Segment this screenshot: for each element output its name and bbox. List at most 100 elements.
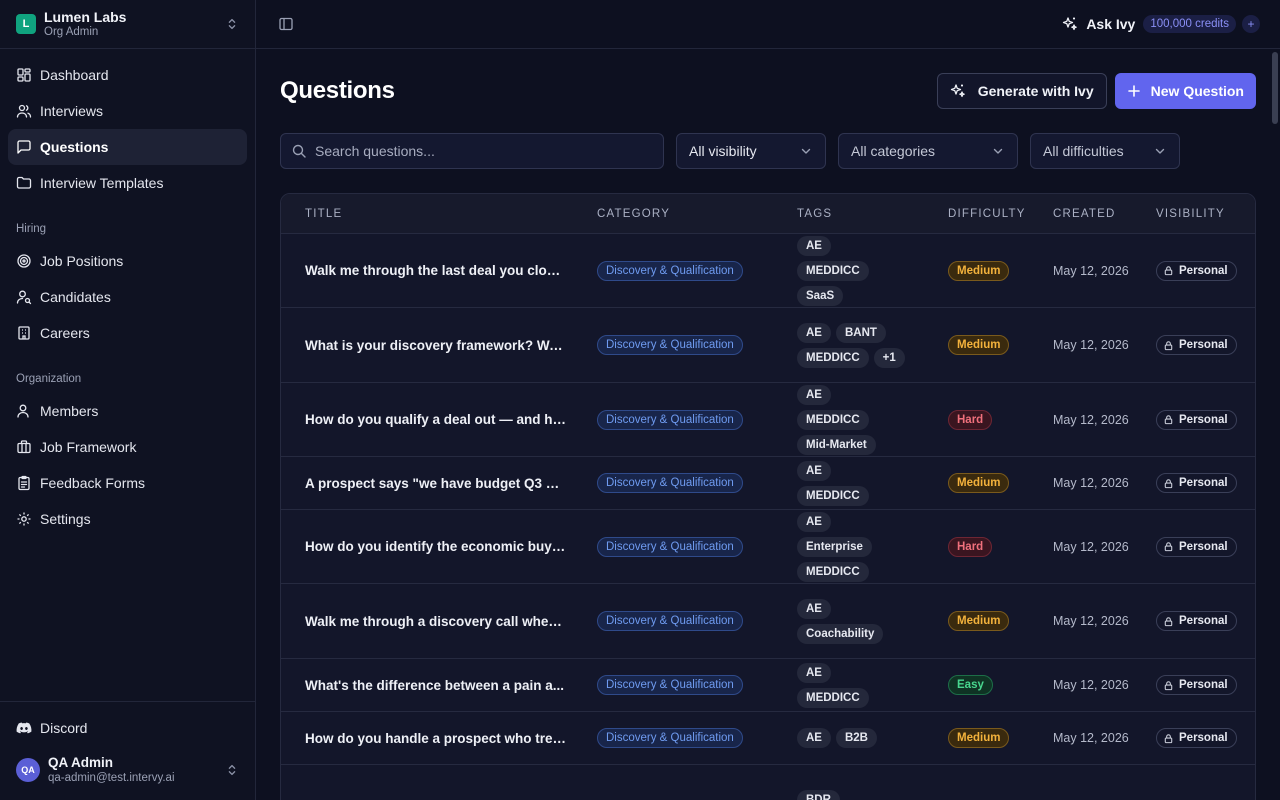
question-title[interactable]: How do you qualify a deal out — and ho..… [281, 412, 597, 427]
main-nav: Dashboard Interviews Questions Interview… [0, 49, 255, 537]
nav-item-careers[interactable]: Careers [8, 315, 247, 351]
created-date: May 12, 2026 [1053, 476, 1129, 490]
nav-item-dashboard[interactable]: Dashboard [8, 57, 247, 93]
visibility-badge: Personal [1156, 409, 1237, 430]
add-credits-button[interactable]: + [1242, 15, 1260, 33]
tag-badge: AE [797, 598, 831, 619]
table-row[interactable]: What's the difference between a pain a..… [281, 659, 1255, 712]
header-actions: Generate with Ivy New Question [936, 73, 1256, 109]
visibility-label: Personal [1179, 679, 1228, 691]
nav-item-job-framework[interactable]: Job Framework [8, 429, 247, 465]
created-date: May 12, 2026 [1053, 731, 1129, 745]
user-info: QA Admin qa-admin@test.intervy.ai [48, 755, 225, 785]
org-role: Org Admin [44, 26, 99, 38]
generate-with-ivy-button[interactable]: Generate with Ivy [936, 73, 1107, 109]
header-created[interactable]: CREATED [1053, 208, 1156, 220]
nav-item-questions[interactable]: Questions [8, 129, 247, 165]
header-difficulty[interactable]: DIFFICULTY [948, 208, 1053, 220]
question-title[interactable]: Walk me through a discovery call where .… [281, 614, 597, 629]
created-date: May 12, 2026 [1053, 539, 1129, 554]
nav-item-members[interactable]: Members [8, 393, 247, 429]
created-date: May 12, 2026 [1053, 614, 1129, 628]
table-header: TITLE CATEGORY TAGS DIFFICULTY CREATED V… [281, 194, 1255, 234]
category-badge: Discovery & Qualification [597, 611, 743, 631]
header-category[interactable]: CATEGORY [597, 208, 797, 220]
table-row[interactable]: Walk me through the last deal you close.… [281, 234, 1255, 308]
user-menu[interactable]: QA QA Admin qa-admin@test.intervy.ai [8, 748, 247, 792]
lock-icon [1164, 733, 1173, 743]
category-badge: Discovery & Qualification [597, 675, 743, 695]
visibility-badge: Personal [1156, 675, 1237, 695]
question-title[interactable]: How do you identify the economic buyer..… [281, 539, 597, 554]
nav-item-feedback-forms[interactable]: Feedback Forms [8, 465, 247, 501]
question-title[interactable]: What is your discovery framework? Wal... [281, 338, 597, 353]
nav-section-hiring: Hiring [16, 223, 47, 235]
header-visibility[interactable]: VISIBILITY [1156, 208, 1255, 220]
question-title[interactable]: How do you handle a prospect who trea... [281, 731, 597, 746]
search-input[interactable] [315, 143, 653, 159]
difficulties-value: All difficulties [1043, 143, 1124, 159]
question-title[interactable]: Walk me through the last deal you close.… [281, 263, 597, 278]
category-cell: Discovery & Qualification [597, 473, 797, 493]
tags-cell: AE MEDDICC [797, 662, 948, 708]
ask-ivy-label: Ask Ivy [1086, 16, 1136, 32]
tag-badge: +1 [873, 347, 905, 368]
user-icon [17, 404, 29, 418]
difficulty-cell: Hard [948, 536, 1053, 557]
discord-icon [16, 722, 32, 734]
tags-cell: AE MEDDICC SaaS [797, 235, 948, 306]
nav-item-interviews[interactable]: Interviews [8, 93, 247, 129]
question-title[interactable]: What's the difference between a pain a..… [281, 678, 597, 693]
table-row[interactable]: How do you identify the economic buyer..… [281, 510, 1255, 584]
plus-icon [1127, 85, 1140, 97]
sparkles-icon [1063, 17, 1078, 31]
nav-item-job-positions[interactable]: Job Positions [8, 243, 247, 279]
lock-icon [1164, 680, 1173, 690]
category-badge: Discovery & Qualification [597, 260, 743, 281]
header-tags[interactable]: TAGS [797, 208, 948, 220]
table-row[interactable]: A prospect says "we have budget Q3 bu...… [281, 457, 1255, 510]
difficulty-cell: Medium [948, 260, 1053, 281]
visibility-badge: Personal [1156, 611, 1237, 631]
table-row[interactable]: What is your discovery framework? Wal...… [281, 308, 1255, 383]
lock-icon [1164, 266, 1173, 276]
message-square-icon [17, 140, 31, 154]
visibility-select[interactable]: All visibility [676, 133, 826, 169]
scrollbar-thumb[interactable] [1272, 52, 1278, 124]
nav-label: Questions [40, 139, 109, 155]
nav-item-settings[interactable]: Settings [8, 501, 247, 537]
nav-item-discord[interactable]: Discord [8, 710, 247, 746]
category-badge: Discovery & Qualification [597, 335, 743, 355]
tag-badge: AE [797, 511, 831, 532]
header-title[interactable]: TITLE [281, 208, 597, 220]
search-box [280, 133, 664, 169]
chevron-down-icon [1155, 148, 1165, 154]
visibility-badge: Personal [1156, 728, 1237, 748]
tag-badge: B2B [835, 728, 877, 748]
nav-item-candidates[interactable]: Candidates [8, 279, 247, 315]
table-row[interactable]: How do you handle a prospect who trea...… [281, 712, 1255, 765]
category-badge: Discovery & Qualification [597, 473, 743, 493]
table-row[interactable]: How do you qualify a deal out — and ho..… [281, 383, 1255, 457]
search-icon [292, 144, 306, 158]
avatar: QA [16, 758, 40, 782]
question-title[interactable]: A prospect says "we have budget Q3 bu... [281, 476, 597, 491]
difficulties-select[interactable]: All difficulties [1030, 133, 1180, 169]
visibility-cell: Personal [1156, 473, 1255, 493]
credits-badge: 100,000 credits [1143, 15, 1236, 33]
nav-label: Job Framework [40, 439, 137, 455]
categories-select[interactable]: All categories [838, 133, 1018, 169]
new-question-button[interactable]: New Question [1114, 73, 1256, 109]
nav-label: Members [40, 403, 99, 419]
table-row[interactable]: BDR [281, 765, 1255, 800]
visibility-badge: Personal [1156, 473, 1237, 493]
table-row[interactable]: Walk me through a discovery call where .… [281, 584, 1255, 659]
nav-item-interview-templates[interactable]: Interview Templates [8, 165, 247, 201]
target-icon [17, 254, 31, 268]
ask-ivy-button[interactable]: Ask Ivy [1062, 16, 1135, 32]
chevron-down-icon [993, 148, 1003, 154]
org-switcher[interactable]: L Lumen Labs Org Admin [0, 0, 255, 49]
lock-icon [1164, 478, 1173, 488]
tag-badge: AE [797, 235, 831, 256]
sidebar-toggle-icon[interactable] [278, 16, 294, 32]
